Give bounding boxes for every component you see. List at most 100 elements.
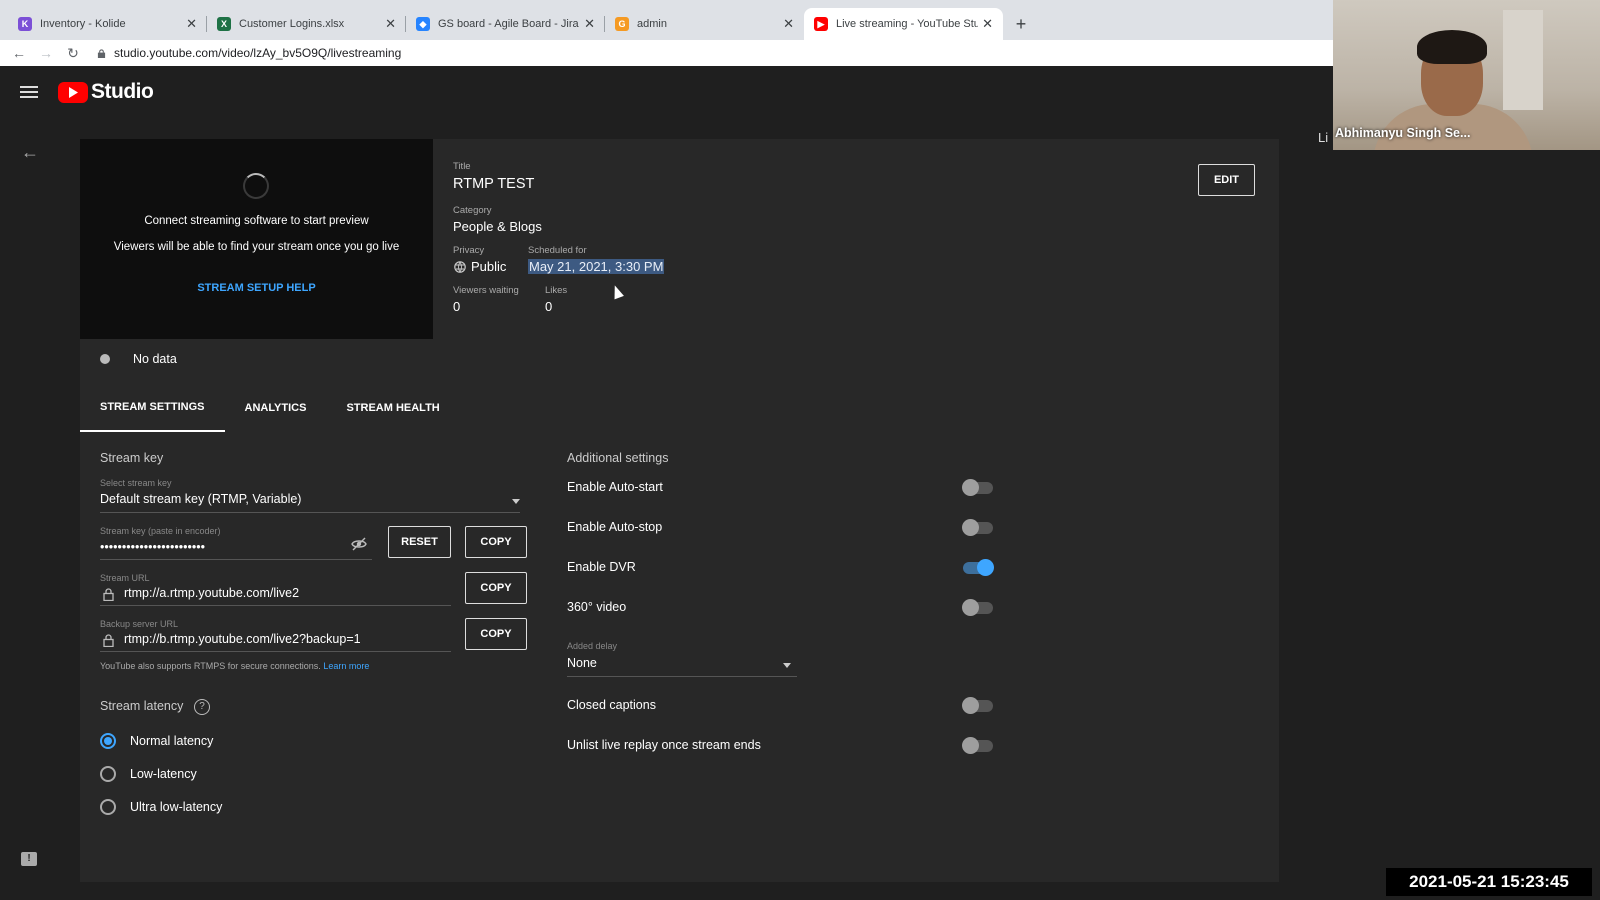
close-tab-icon[interactable]: ✕ [783, 16, 794, 32]
url-text[interactable]: studio.youtube.com/video/lzAy_bv5O9Q/liv… [114, 46, 401, 60]
jira-icon: ◆ [416, 17, 430, 31]
video-360-toggle[interactable] [962, 599, 993, 616]
viewers-waiting-label: Viewers waiting [453, 285, 519, 296]
recording-timestamp: 2021-05-21 15:23:45 [1386, 868, 1592, 896]
viewers-waiting-value: 0 [453, 299, 461, 314]
copy-url-button[interactable]: COPY [465, 572, 527, 604]
auto-start-toggle[interactable] [962, 479, 993, 496]
back-arrow-icon[interactable]: ← [21, 142, 39, 163]
privacy-label: Privacy [453, 245, 485, 256]
unlist-replay-toggle[interactable] [962, 737, 993, 754]
backup-underline [100, 651, 451, 652]
stream-key-field[interactable]: •••••••••••••••••••••••• [100, 540, 205, 554]
feedback-icon[interactable]: ! [21, 852, 37, 866]
status-dot-icon [100, 354, 110, 364]
globe-icon [454, 261, 466, 273]
chevron-down-icon[interactable] [783, 663, 791, 668]
low-latency-label[interactable]: Low-latency [130, 767, 197, 781]
ultra-low-latency-label[interactable]: Ultra low-latency [130, 800, 222, 814]
video-360-label: 360° video [567, 600, 627, 614]
select-stream-key-label: Select stream key [100, 478, 172, 488]
browser-tab-youtube-studio[interactable]: ▶ Live streaming - YouTube Stud ✕ [804, 8, 1003, 40]
youtube-logo-icon[interactable] [58, 81, 88, 103]
close-tab-icon[interactable]: ✕ [982, 16, 993, 32]
stream-key-select[interactable]: Default stream key (RTMP, Variable) [100, 492, 301, 506]
privacy-value: Public [471, 259, 507, 274]
url-underline [100, 605, 451, 606]
auto-stop-label: Enable Auto-stop [567, 520, 663, 534]
closed-captions-label: Closed captions [567, 698, 656, 712]
stream-key-label: Stream key (paste in encoder) [100, 526, 221, 536]
added-delay-select[interactable]: None [567, 656, 597, 670]
unlist-replay-label: Unlist live replay once stream ends [567, 738, 761, 752]
youtube-icon: ▶ [814, 17, 828, 31]
backup-url-field[interactable]: rtmp://b.rtmp.youtube.com/live2?backup=1 [124, 632, 361, 646]
reload-icon[interactable]: ↻ [64, 45, 82, 62]
lock-icon [103, 634, 114, 647]
close-tab-icon[interactable]: ✕ [584, 16, 595, 32]
category-value: People & Blogs [453, 219, 542, 234]
help-icon[interactable]: ? [194, 699, 210, 715]
stream-settings-panel: STREAM SETTINGS ANALYTICS STREAM HEALTH … [80, 384, 1279, 882]
browser-tab-customer-logins[interactable]: X Customer Logins.xlsx ✕ [207, 8, 406, 40]
stream-url-field[interactable]: rtmp://a.rtmp.youtube.com/live2 [124, 586, 299, 600]
new-tab-button[interactable]: + [1007, 10, 1035, 38]
kolide-icon: K [18, 17, 32, 31]
delay-underline [567, 676, 797, 677]
left-rail: ← ! [0, 118, 60, 900]
normal-latency-label[interactable]: Normal latency [130, 734, 213, 748]
excel-icon: X [217, 17, 231, 31]
scheduled-label: Scheduled for [528, 245, 587, 256]
chevron-down-icon[interactable] [512, 499, 520, 504]
status-text: No data [133, 352, 177, 366]
tab-analytics[interactable]: ANALYTICS [225, 384, 327, 432]
preview-message: Connect streaming software to start prev… [144, 215, 369, 227]
presenter-hair [1417, 30, 1487, 64]
loading-spinner-icon [243, 173, 269, 199]
scheduled-value: May 21, 2021, 3:30 PM [528, 259, 665, 274]
auto-start-label: Enable Auto-start [567, 480, 663, 494]
browser-tab-kolide[interactable]: K Inventory - Kolide ✕ [8, 8, 207, 40]
lock-icon [97, 48, 106, 58]
close-tab-icon[interactable]: ✕ [385, 16, 396, 32]
webcam-overlay: Abhimanyu Singh Se... [1333, 0, 1600, 150]
tab-stream-health[interactable]: STREAM HEALTH [326, 384, 459, 432]
key-underline [100, 559, 372, 560]
back-nav-icon[interactable]: ← [10, 45, 28, 61]
settings-tabs: STREAM SETTINGS ANALYTICS STREAM HEALTH [80, 384, 460, 432]
stream-latency-heading: Stream latency [100, 699, 184, 713]
tab-title: admin [637, 18, 667, 30]
stream-title: RTMP TEST [453, 176, 535, 192]
stream-preview: Connect streaming software to start prev… [80, 139, 433, 339]
auto-stop-toggle[interactable] [962, 519, 993, 536]
menu-icon[interactable] [20, 86, 38, 98]
edit-button[interactable]: EDIT [1198, 164, 1255, 196]
radio-low-latency[interactable] [100, 766, 116, 782]
tab-title: Customer Logins.xlsx [239, 18, 345, 30]
learn-more-link[interactable]: Learn more [323, 661, 369, 671]
dvr-label: Enable DVR [567, 560, 636, 574]
browser-tab-jira[interactable]: ◆ GS board - Agile Board - Jira ✕ [406, 8, 605, 40]
radio-ultra-low-latency[interactable] [100, 799, 116, 815]
stream-setup-help-link[interactable]: STREAM SETUP HELP [80, 282, 433, 294]
presenter-name: Abhimanyu Singh Se... [1335, 126, 1471, 140]
closed-captions-toggle[interactable] [962, 697, 993, 714]
rtmps-note-text: YouTube also supports RTMPS for secure c… [100, 661, 321, 671]
copy-key-button[interactable]: COPY [465, 526, 527, 558]
tab-stream-settings[interactable]: STREAM SETTINGS [80, 384, 225, 432]
close-tab-icon[interactable]: ✕ [186, 16, 197, 32]
truncated-label: Li [1318, 130, 1329, 145]
forward-nav-icon[interactable]: → [37, 45, 55, 61]
dvr-toggle[interactable] [963, 559, 994, 576]
browser-tab-strip: K Inventory - Kolide ✕ X Customer Logins… [0, 0, 1333, 40]
likes-label: Likes [545, 285, 568, 296]
radio-normal-latency[interactable] [100, 733, 116, 749]
grafana-icon: G [615, 17, 629, 31]
visibility-off-icon[interactable] [351, 537, 367, 551]
studio-app: Studio ← ! Connect streaming software to… [0, 66, 1600, 900]
rtmps-note: YouTube also supports RTMPS for secure c… [100, 661, 369, 671]
browser-tab-admin[interactable]: G admin ✕ [605, 8, 804, 40]
studio-logo-text[interactable]: Studio [91, 80, 154, 104]
copy-backup-url-button[interactable]: COPY [465, 618, 527, 650]
reset-key-button[interactable]: RESET [388, 526, 451, 558]
